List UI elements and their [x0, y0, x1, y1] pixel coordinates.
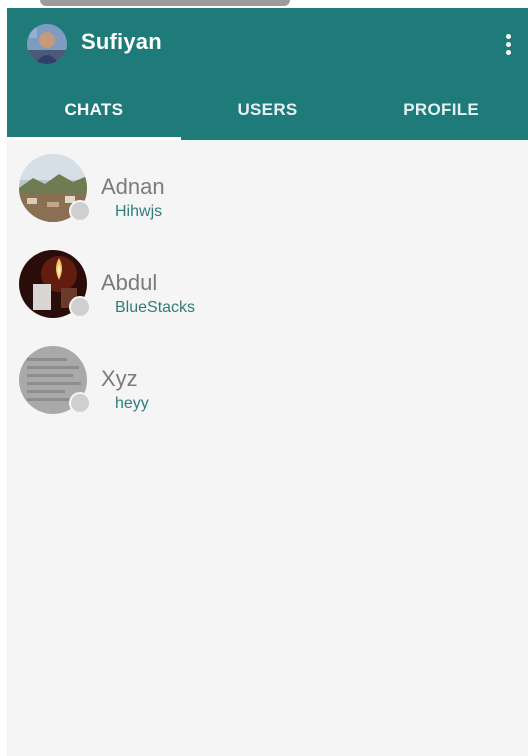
chat-last-message: BlueStacks — [115, 299, 196, 316]
tab-profile[interactable]: PROFILE — [354, 80, 528, 140]
chat-last-message: heyy — [115, 395, 149, 412]
chat-name: Adnan — [101, 174, 165, 199]
user-photo-icon[interactable] — [27, 24, 67, 64]
more-vert-icon[interactable] — [496, 26, 520, 62]
tab-chats[interactable]: CHATS — [7, 80, 181, 140]
status-bar-fragment — [40, 0, 290, 6]
chat-list: Adnan Hihwjs Abdul BlueStacks Xyz heyy — [7, 140, 528, 428]
status-dot — [69, 392, 91, 414]
chat-name: Abdul — [101, 270, 158, 295]
app-toolbar: Sufiyan — [7, 8, 528, 80]
chat-item-adnan[interactable]: Adnan Hihwjs — [7, 140, 528, 236]
chat-item-xyz[interactable]: Xyz heyy — [7, 332, 528, 428]
status-dot — [69, 200, 91, 222]
chat-item-abdul[interactable]: Abdul BlueStacks — [7, 236, 528, 332]
chat-last-message: Hihwjs — [115, 203, 163, 220]
tab-users-label: USERS — [237, 100, 298, 119]
tab-bar: CHATS USERS PROFILE — [7, 80, 528, 140]
status-dot — [69, 296, 91, 318]
page-title: Sufiyan — [81, 29, 162, 54]
tab-chats-label: CHATS — [64, 100, 124, 119]
app-frame: Sufiyan CHATS USERS PROFILE Adnan Hihwjs… — [7, 8, 528, 756]
chat-name: Xyz — [101, 366, 138, 391]
tab-users[interactable]: USERS — [181, 80, 355, 140]
screen-top-edge — [0, 0, 528, 8]
tab-profile-label: PROFILE — [403, 100, 480, 119]
